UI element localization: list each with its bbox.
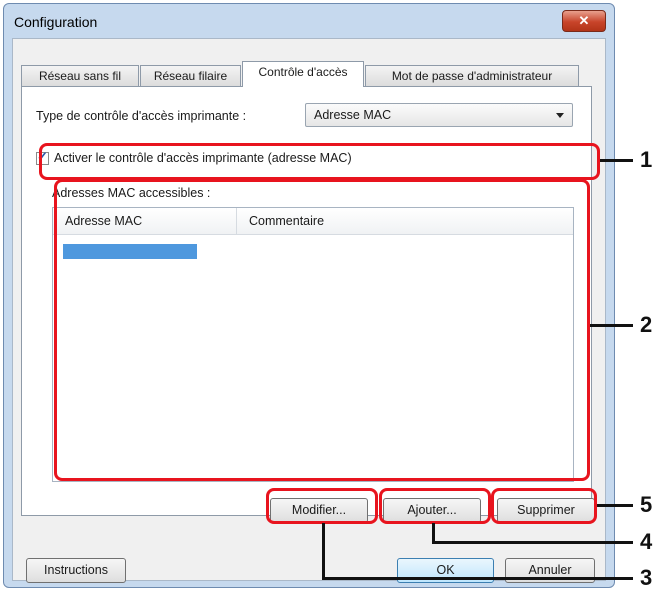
- callout-line-3: [322, 577, 633, 580]
- highlight-mac-list: [54, 179, 590, 481]
- tab-reseau-filaire[interactable]: Réseau filaire: [140, 65, 241, 86]
- highlight-add-button: [379, 488, 491, 524]
- callout-number-1: 1: [640, 147, 653, 172]
- close-button[interactable]: ✕: [562, 10, 606, 32]
- window-title: Configuration: [14, 14, 98, 30]
- close-icon: ✕: [578, 13, 590, 28]
- chevron-down-icon: [556, 113, 564, 118]
- access-type-dropdown[interactable]: Adresse MAC: [305, 103, 573, 127]
- highlight-enable-checkbox: [39, 143, 600, 180]
- tab-mot-de-passe-administrateur[interactable]: Mot de passe d'administrateur: [365, 65, 579, 86]
- access-type-value: Adresse MAC: [314, 108, 392, 122]
- callout-line-2: [590, 324, 633, 327]
- callout-number-4: 4: [640, 529, 653, 554]
- callout-line-3-vertical: [322, 523, 325, 579]
- callout-number-5: 5: [640, 492, 653, 517]
- tab-controle-acces[interactable]: Contrôle d'accès: [242, 61, 364, 87]
- callout-number-3: 3: [640, 565, 653, 590]
- callout-line-4: [432, 541, 633, 544]
- access-type-label: Type de contrôle d'accès imprimante :: [36, 109, 247, 123]
- callout-line-1: [600, 159, 633, 162]
- callout-number-2: 2: [640, 312, 653, 337]
- callout-line-4-vertical: [432, 523, 435, 543]
- title-bar[interactable]: Configuration ✕: [4, 4, 614, 42]
- tab-reseau-sans-fil[interactable]: Réseau sans fil: [21, 65, 139, 86]
- highlight-modify-button: [266, 488, 378, 524]
- highlight-delete-button: [491, 488, 597, 524]
- callout-line-5: [597, 504, 633, 507]
- instructions-button[interactable]: Instructions: [26, 558, 126, 583]
